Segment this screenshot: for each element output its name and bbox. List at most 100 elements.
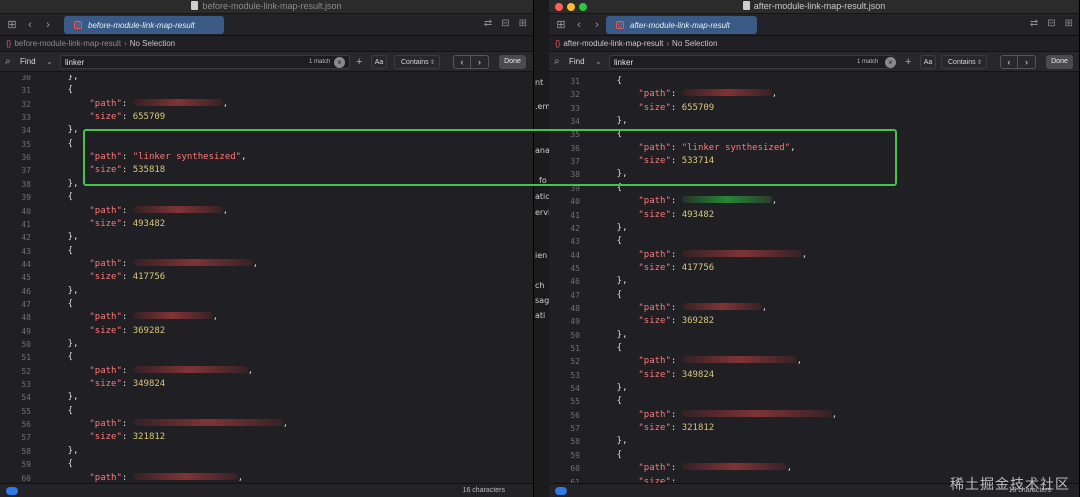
code-line: 53 "size": 349824 (549, 369, 1079, 382)
line-number: 44 (570, 250, 580, 260)
breadcrumb-selection[interactable]: No Selection (672, 39, 717, 48)
line-number: 45 (21, 273, 31, 283)
document-icon (742, 1, 750, 10)
code-line: 34 }, (0, 124, 533, 137)
json-file-icon: {} (616, 21, 624, 29)
split-editor-icon[interactable]: ⊟ (501, 18, 509, 29)
stepper-icon: ⇕ (976, 60, 982, 66)
line-number: 34 (570, 117, 580, 127)
done-button[interactable]: Done (499, 55, 526, 69)
find-mode-selector[interactable]: Find (20, 55, 36, 69)
tab-before-module-link-map-result[interactable]: {} before-module-link-map-result (64, 16, 224, 34)
code-text: }, (595, 115, 628, 128)
json-key: "size" (89, 218, 122, 229)
code-text: { (595, 289, 622, 302)
code-punctuation: { (46, 405, 74, 416)
forward-icon[interactable]: › (42, 19, 54, 31)
add-pattern-icon[interactable]: + (905, 55, 911, 69)
find-mode-selector[interactable]: Find (569, 55, 585, 69)
match-type-select[interactable]: Contains ⇕ (394, 55, 440, 69)
character-count: 16 characters (462, 487, 505, 494)
code-text: { (46, 405, 73, 418)
line-number: 56 (21, 420, 31, 430)
line-number: 60 (21, 473, 31, 483)
redacted-path (681, 463, 787, 471)
split-editor-icon[interactable]: ⊟ (1047, 18, 1055, 29)
search-input[interactable]: linker (609, 55, 894, 69)
case-sensitive-button[interactable]: Aa (371, 55, 387, 69)
search-input[interactable]: linker (60, 55, 350, 69)
breadcrumb-selection[interactable]: No Selection (130, 39, 175, 48)
breadcrumb: {} after-module-link-map-result › No Sel… (549, 36, 1079, 52)
json-key: "size" (638, 262, 671, 273)
json-key: "path" (638, 409, 671, 420)
json-key: "size" (638, 102, 671, 113)
redacted-path (132, 365, 248, 373)
clear-search-icon[interactable]: × (885, 57, 896, 68)
code-punctuation: { (46, 192, 74, 203)
line-number: 60 (570, 464, 580, 474)
chevron-down-icon[interactable]: ⌄ (46, 55, 53, 69)
json-key: "path" (638, 463, 671, 474)
grid-icon[interactable]: ⊞ (6, 18, 18, 31)
code-line: 31 { (0, 84, 533, 97)
breadcrumb-file[interactable]: before-module-link-map-result (14, 39, 121, 48)
code-text: "path": , (638, 409, 838, 420)
line-number: 39 (570, 183, 580, 193)
minimap-toggle-icon[interactable] (555, 487, 567, 495)
code-text: { (46, 191, 73, 204)
title-bar: after-module-link-map-result.json (549, 0, 1079, 14)
code-text: }, (46, 178, 79, 191)
code-line: 43 { (0, 245, 533, 258)
json-string-value: "linker synthesized" (132, 152, 242, 163)
code-punctuation: }, (46, 339, 79, 349)
case-sensitive-button[interactable]: Aa (920, 55, 936, 69)
next-match-button[interactable]: › (1018, 55, 1036, 69)
forward-icon[interactable]: › (591, 19, 603, 31)
related-items-icon[interactable]: ⇄ (484, 18, 492, 29)
json-file-icon: {} (555, 39, 561, 48)
related-items-icon[interactable]: ⇄ (1030, 18, 1038, 29)
previous-match-button[interactable]: ‹ (1000, 55, 1018, 69)
next-match-button[interactable]: › (471, 55, 489, 69)
code-text: }, (595, 329, 628, 342)
add-editor-icon[interactable]: ⊞ (519, 18, 527, 29)
breadcrumb-file[interactable]: after-module-link-map-result (563, 39, 663, 48)
json-number-value: 369282 (681, 316, 715, 327)
clear-search-icon[interactable]: × (334, 57, 345, 68)
code-line: 48 "path": , (549, 302, 1079, 315)
code-text: }, (595, 435, 628, 448)
line-number: 36 (570, 143, 580, 153)
search-icon[interactable]: ⌕ (554, 55, 560, 69)
code-editor[interactable]: 31 {32 "path": , 33 "size": 655709 34 }, 35… (549, 75, 1079, 483)
code-editor[interactable]: 30 }, 31 {32 "path": , 33 "size": 655709 34… (0, 75, 533, 483)
chevron-down-icon[interactable]: ⌄ (595, 55, 602, 69)
minimap-toggle-icon[interactable] (6, 487, 18, 495)
line-number: 32 (570, 90, 580, 100)
previous-match-button[interactable]: ‹ (453, 55, 471, 69)
grid-icon[interactable]: ⊞ (555, 18, 567, 31)
code-punctuation: { (46, 138, 74, 149)
redacted-path (681, 356, 797, 364)
code-line: 54 }, (0, 391, 533, 404)
done-button[interactable]: Done (1046, 55, 1073, 69)
code-text: "size": 349824 (638, 369, 715, 380)
match-type-select[interactable]: Contains ⇕ (941, 55, 987, 69)
json-key: "path" (89, 365, 122, 376)
code-line: 36 "path": "linker synthesized", (549, 142, 1079, 155)
add-editor-icon[interactable]: ⊞ (1065, 18, 1073, 29)
json-string-value: "linker synthesized" (681, 142, 791, 153)
tab-after-module-link-map-result[interactable]: {} after-module-link-map-result (606, 16, 757, 34)
search-icon[interactable]: ⌕ (5, 55, 11, 69)
code-text: }, (46, 231, 79, 244)
json-number-value: 535818 (132, 165, 166, 176)
json-key: "path" (638, 356, 671, 367)
back-icon[interactable]: ‹ (24, 19, 36, 31)
line-number: 30 (21, 75, 31, 82)
breadcrumb-separator: › (124, 39, 127, 48)
redacted-path (132, 98, 223, 106)
json-key: "path" (89, 258, 122, 269)
add-pattern-icon[interactable]: + (356, 55, 362, 69)
back-icon[interactable]: ‹ (573, 19, 585, 31)
line-number: 61 (570, 477, 580, 484)
